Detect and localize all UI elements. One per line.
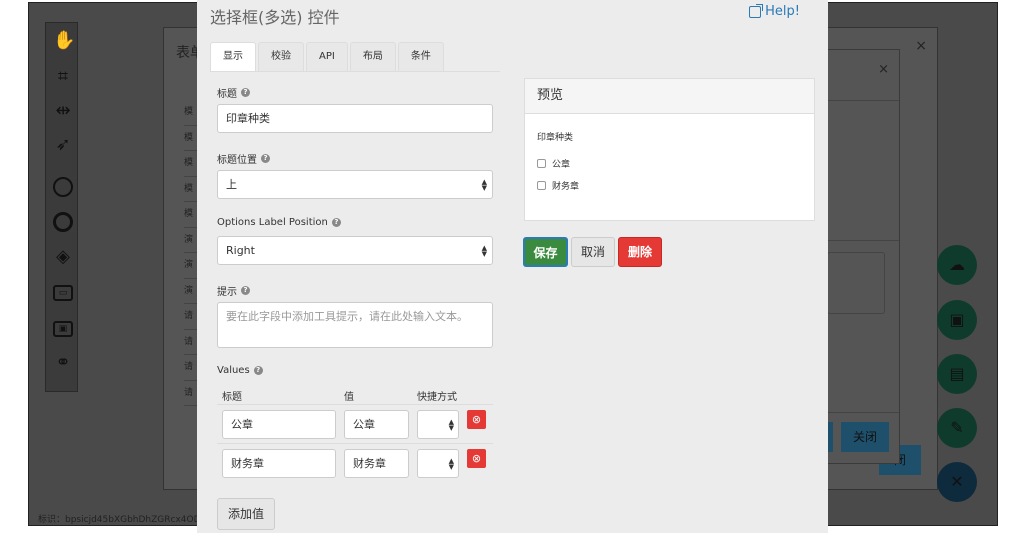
divider [827,100,899,101]
select-caret-icon: ▲ ▼ [448,457,454,471]
external-link-icon [749,3,764,18]
tab-validation[interactable]: 校验 [258,42,304,71]
inner-close-button[interactable]: 关闭 [841,422,889,452]
title-position-select[interactable]: 上 ▲ ▼ [217,170,493,199]
help-label: Help! [765,4,800,19]
clipboard-fab-icon[interactable]: ▤ [937,354,977,394]
start-event-icon[interactable] [53,177,73,197]
inner-close-icon[interactable]: × [878,62,889,77]
component-edit-dialog: 选择框(多选) 控件 Help! 显示 校验 API 布局 条件 标题 ? 印章… [197,0,828,533]
question-icon[interactable]: ? [331,218,341,227]
option-label: 公章 [552,160,571,170]
divider [217,404,493,405]
question-icon[interactable]: ? [241,88,250,97]
divider [827,412,899,413]
dialog-title: 选择框(多选) 控件 [210,8,340,27]
close-fab-icon[interactable]: ✕ [937,462,977,502]
question-icon[interactable]: ? [253,366,263,375]
tab-api[interactable]: API [306,42,348,71]
background-inner-dialog: × 关闭 [819,49,900,464]
values-header-label: 标题 [222,392,242,403]
end-event-icon[interactable] [53,212,73,232]
preview-panel: 预览 印章种类 公章 财务章 [524,78,815,221]
select-caret-icon: ▲ ▼ [481,244,487,258]
label-text: Options Label Position [217,217,328,228]
tool-palette: ✋ ⌗ ⇹ ➶ ◈ ▭ ▣ ⚭ [45,22,78,392]
label-text: Values [217,365,250,376]
delete-button[interactable]: 删除 [618,237,662,267]
preview-field-label: 印章种类 [537,133,574,143]
preview-option[interactable]: 财务章 [537,179,579,192]
help-link[interactable]: Help! [749,3,800,19]
select-caret-icon: ▲ ▼ [481,178,487,192]
preview-option[interactable]: 公章 [537,157,570,170]
upload-fab-icon[interactable]: ☁ [937,245,977,285]
label-text: 标题 [217,89,237,100]
label-text: 标题位置 [217,155,257,166]
value-row-label-input[interactable]: 公章 [222,410,336,439]
value-row-shortcut-select[interactable]: ▲ ▼ [417,410,459,439]
value-row-label-input[interactable]: 财务章 [222,449,336,478]
tab-layout[interactable]: 布局 [349,42,396,71]
tooltip-textarea[interactable]: 要在此字段中添加工具提示，请在此处输入文本。 [217,302,493,348]
title-input[interactable]: 印章种类 [217,104,493,133]
option-label: 财务章 [552,182,580,192]
remove-value-button[interactable] [467,410,486,429]
divider [217,443,493,444]
remove-value-button[interactable] [467,449,486,468]
hand-tool-icon[interactable]: ✋ [53,31,75,51]
title-position-label: 标题位置 ? [217,151,270,166]
options-position-select[interactable]: Right ▲ ▼ [217,236,493,265]
question-icon[interactable]: ? [241,286,250,295]
footer-id: 标识：bpsicjd45bXGbhDhZGRcx4OD [38,515,201,525]
task-icon[interactable]: ▭ [53,285,73,301]
tab-conditional[interactable]: 条件 [397,42,444,71]
select-value: Right [226,244,255,257]
select-value: 上 [226,178,237,191]
link-tool-icon[interactable]: ⚭ [53,353,73,373]
gateway-icon[interactable]: ◈ [53,247,73,267]
lasso-tool-icon[interactable]: ⌗ [53,67,73,87]
options-position-label: Options Label Position ? [217,217,341,228]
subprocess-icon[interactable]: ▣ [53,321,73,337]
save-fab-icon[interactable]: ▣ [937,300,977,340]
cancel-button[interactable]: 取消 [571,237,615,267]
connect-tool-icon[interactable]: ➶ [53,135,73,155]
save-button[interactable]: 保存 [523,237,568,267]
background-textarea[interactable] [827,252,885,314]
values-header-shortcut: 快捷方式 [417,392,457,403]
question-icon[interactable]: ? [261,154,270,163]
values-header-value: 值 [344,392,354,403]
value-row-shortcut-select[interactable]: ▲ ▼ [417,449,459,478]
space-tool-icon[interactable]: ⇹ [53,101,73,121]
value-row-value-input[interactable]: 财务章 [344,449,409,478]
checkbox[interactable] [537,159,546,168]
title-field-label: 标题 ? [217,85,250,100]
divider [827,240,899,241]
select-caret-icon: ▲ ▼ [448,418,454,432]
edit-fab-icon[interactable]: ✎ [937,408,977,448]
label-text: 提示 [217,287,237,298]
value-row-value-input[interactable]: 公章 [344,410,409,439]
checkbox[interactable] [537,181,546,190]
background-close-icon[interactable]: × [915,38,927,54]
tooltip-label: 提示 ? [217,283,250,298]
tab-bar: 显示 校验 API 布局 条件 [210,42,500,72]
tab-display[interactable]: 显示 [210,42,256,71]
values-label: Values ? [217,365,263,376]
preview-heading: 预览 [525,79,814,114]
add-value-button[interactable]: 添加值 [217,498,276,530]
